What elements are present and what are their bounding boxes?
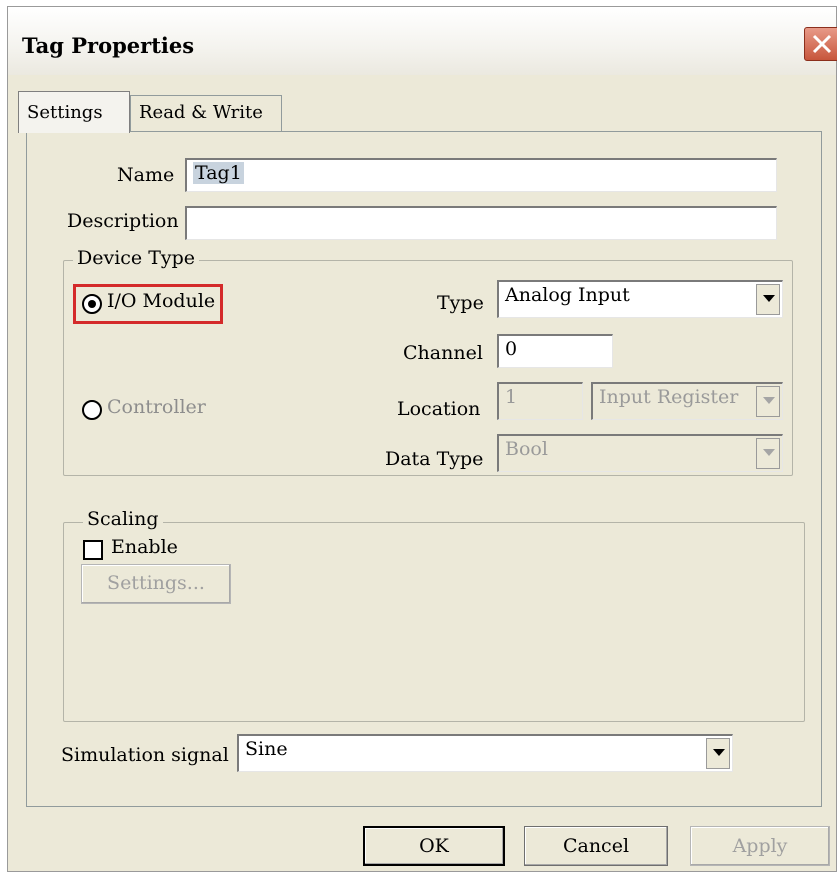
tab-settings[interactable]: Settings: [18, 91, 130, 133]
enable-label[interactable]: Enable: [111, 536, 178, 558]
chevron-down-icon[interactable]: [756, 438, 780, 469]
tab-read-write-label: Read & Write: [139, 102, 263, 123]
io-module-radio[interactable]: [82, 294, 102, 314]
type-select[interactable]: Analog Input: [497, 280, 783, 318]
data-type-select[interactable]: Bool: [497, 434, 783, 472]
channel-field[interactable]: 0: [497, 334, 613, 368]
scaling-settings-button[interactable]: Settings...: [81, 564, 231, 604]
description-label: Description: [67, 210, 179, 232]
channel-value: 0: [505, 338, 518, 360]
io-module-label[interactable]: I/O Module: [107, 290, 215, 312]
tag-properties-dialog: Tag Properties Settings Read & Write Nam…: [7, 6, 837, 872]
name-field[interactable]: Tag1: [185, 158, 777, 192]
apply-button[interactable]: Apply: [690, 826, 830, 866]
simulation-value: Sine: [245, 738, 288, 760]
data-type-label: Data Type: [385, 448, 484, 470]
device-type-legend: Device Type: [73, 247, 200, 269]
location-value: 1: [505, 386, 518, 408]
simulation-label: Simulation signal: [61, 744, 229, 766]
name-label: Name: [117, 164, 175, 186]
type-value: Analog Input: [505, 284, 630, 306]
register-value: Input Register: [599, 386, 739, 408]
simulation-select[interactable]: Sine: [237, 734, 733, 772]
chevron-down-icon[interactable]: [706, 738, 730, 769]
title-bar[interactable]: Tag Properties: [8, 7, 837, 75]
dialog-title: Tag Properties: [22, 33, 195, 58]
scaling-legend: Scaling: [83, 508, 163, 530]
enable-checkbox[interactable]: [83, 540, 103, 560]
close-icon: [812, 34, 832, 54]
chevron-down-icon[interactable]: [756, 284, 780, 315]
type-label: Type: [437, 292, 484, 314]
radio-dot: [88, 300, 96, 308]
tab-read-write[interactable]: Read & Write: [130, 95, 282, 131]
cancel-button[interactable]: Cancel: [524, 826, 668, 866]
controller-radio[interactable]: [82, 400, 102, 420]
controller-label[interactable]: Controller: [107, 396, 206, 418]
close-button[interactable]: [804, 27, 837, 61]
location-label: Location: [397, 398, 481, 420]
name-value: Tag1: [193, 162, 244, 184]
register-select[interactable]: Input Register: [591, 382, 783, 420]
description-field[interactable]: [185, 206, 777, 240]
ok-button[interactable]: OK: [363, 826, 505, 866]
tab-settings-label: Settings: [27, 102, 103, 123]
location-field[interactable]: 1: [497, 382, 583, 420]
data-type-value: Bool: [505, 438, 548, 460]
channel-label: Channel: [403, 342, 483, 364]
chevron-down-icon[interactable]: [756, 386, 780, 417]
settings-panel: Name Tag1 Description Device Type I/O Mo…: [26, 131, 822, 807]
